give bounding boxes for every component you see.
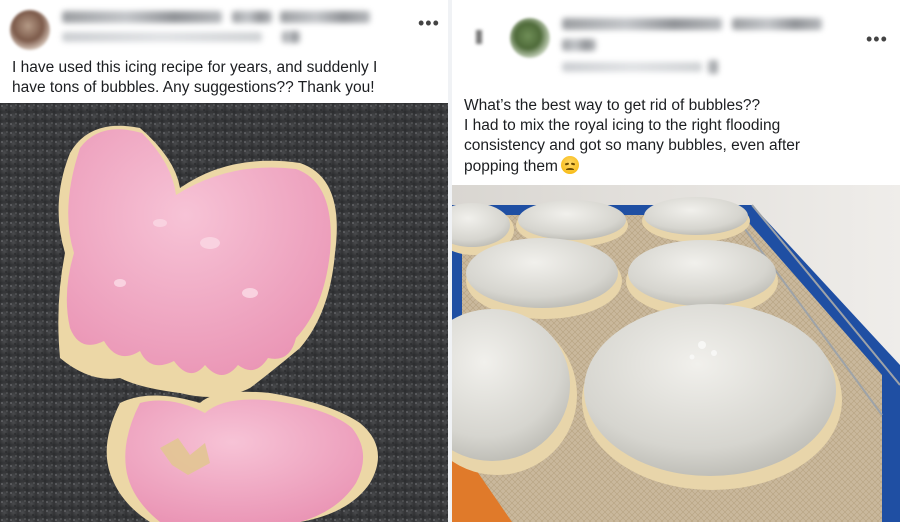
right-post-text-line: consistency and got so many bubbles, eve… [464, 137, 801, 154]
right-post-meta-blurred [562, 62, 702, 72]
right-post-author-name-blurred[interactable] [562, 18, 722, 30]
left-post-text-line: have tons of bubbles. Any suggestions?? … [12, 79, 375, 96]
back-arrow-icon[interactable] [476, 30, 482, 44]
left-post-group-name-blurred[interactable] [232, 11, 272, 23]
white-round-cookies-image [452, 185, 900, 522]
left-post-message: I have used this icing recipe for years,… [12, 58, 377, 98]
left-post-privacy-icon [282, 31, 300, 43]
right-post-text-line-last: popping them [464, 156, 800, 177]
right-post: ••• What’s the best way to get rid of bu… [452, 0, 900, 522]
left-post-more-options-button[interactable]: ••• [418, 14, 440, 32]
right-post-more-options-button[interactable]: ••• [866, 30, 888, 48]
pink-butterfly-cookies-image [0, 103, 448, 522]
right-post-avatar[interactable] [510, 18, 550, 58]
left-post-author-name-blurred[interactable] [62, 11, 222, 23]
right-post-group-name-blurred[interactable] [732, 18, 822, 30]
left-post-avatar[interactable] [10, 10, 50, 50]
right-post-text-line: I had to mix the royal icing to the righ… [464, 117, 781, 134]
left-post: ••• I have used this icing recipe for ye… [0, 0, 448, 522]
right-post-text-line: popping them [464, 158, 558, 175]
disappointed-face-icon [560, 156, 579, 174]
left-post-photo[interactable] [0, 103, 448, 522]
right-post-photo[interactable] [452, 185, 900, 522]
right-post-privacy-icon [708, 60, 718, 74]
left-post-group-name-blurred-2[interactable] [280, 11, 370, 23]
right-post-group-name-blurred-2[interactable] [562, 39, 596, 51]
left-post-text-line: I have used this icing recipe for years,… [12, 59, 378, 76]
right-post-text-line: What’s the best way to get rid of bubble… [464, 97, 761, 114]
left-post-meta-blurred [62, 32, 262, 42]
right-post-message: What’s the best way to get rid of bubble… [464, 96, 800, 177]
